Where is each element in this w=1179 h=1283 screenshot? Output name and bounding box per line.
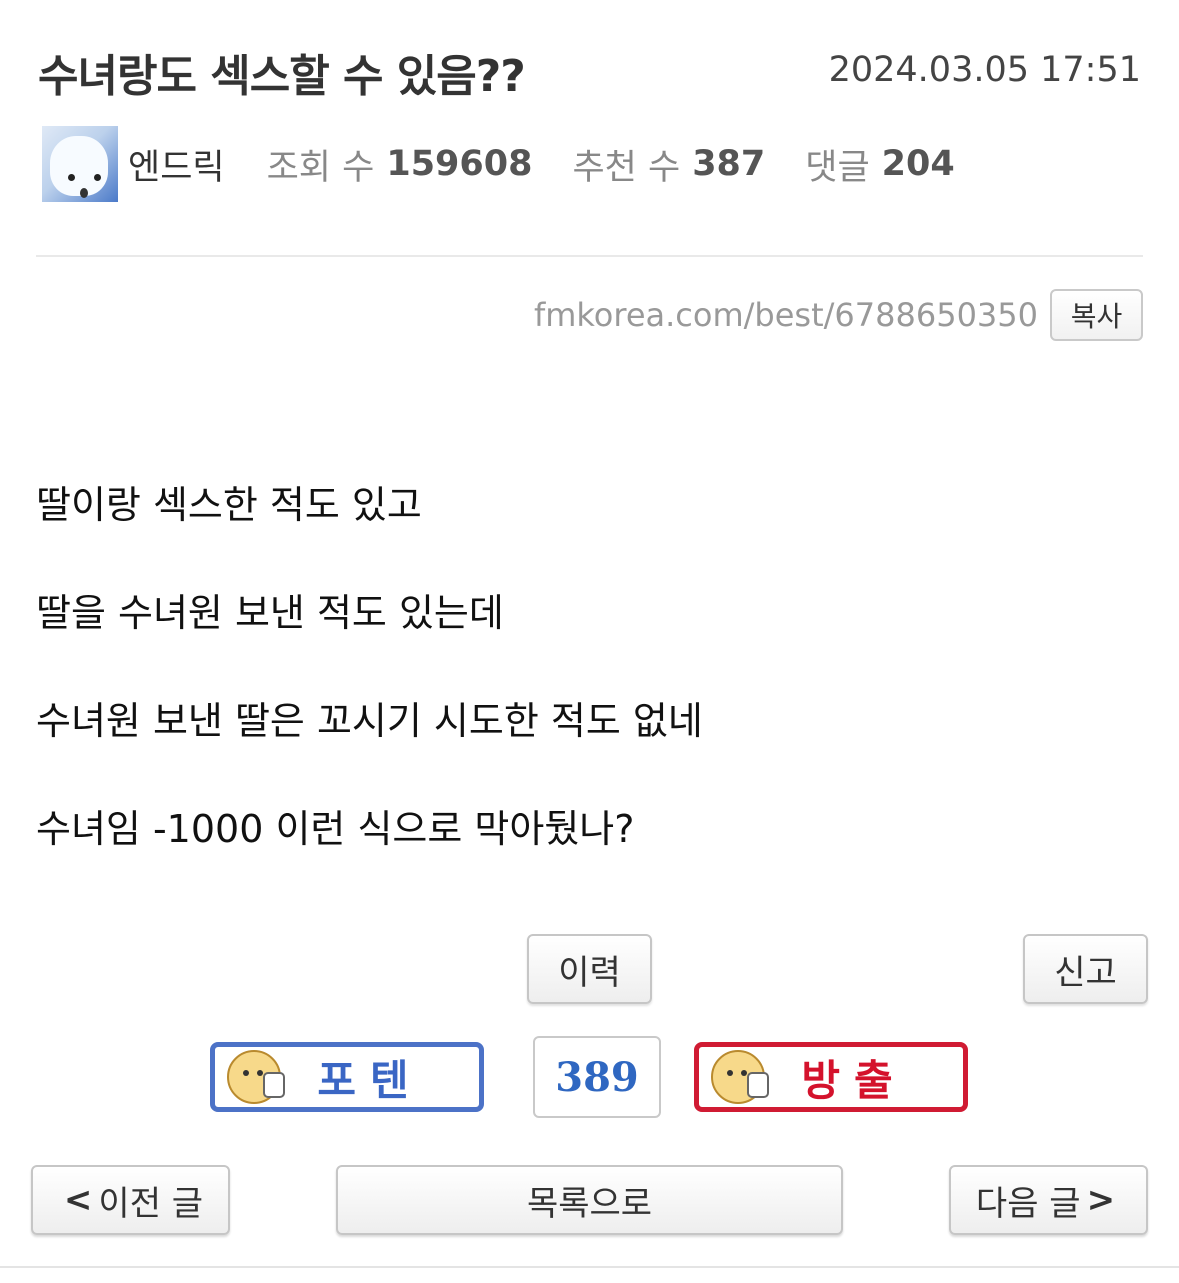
body-line: 딸이랑 섹스한 적도 있고 xyxy=(36,483,422,527)
prev-post-label: 이전 글 xyxy=(98,1183,204,1224)
comments-count: 204 xyxy=(881,144,955,184)
recommend-stat: 추천 수 387 xyxy=(572,139,765,190)
chevron-right-icon: > xyxy=(1086,1180,1116,1220)
recommend-count: 387 xyxy=(692,144,766,184)
views-stat: 조회 수 159608 xyxy=(267,139,533,190)
comments-stat[interactable]: 댓글 204 xyxy=(805,139,954,190)
copy-url-button[interactable]: 복사 xyxy=(1050,289,1143,341)
next-post-button[interactable]: 다음 글 > xyxy=(949,1165,1148,1235)
post-meta: 엔드릭 조회 수 159608 추천 수 387 댓글 204 xyxy=(42,126,995,202)
thumbs-down-icon xyxy=(711,1050,769,1104)
body-line: 딸을 수녀원 보낸 적도 있는데 xyxy=(36,591,504,635)
body-line: 수녀임 -1000 이런 식으로 막아뒀나? xyxy=(36,807,635,851)
avatar[interactable] xyxy=(42,126,118,202)
history-button[interactable]: 이력 xyxy=(527,934,652,1004)
post-body: 딸이랑 섹스한 적도 있고 딸을 수녀원 보낸 적도 있는데 수녀원 보낸 딸은… xyxy=(36,480,703,912)
report-button[interactable]: 신고 xyxy=(1023,934,1148,1004)
avatar-face xyxy=(50,136,108,198)
downvote-button[interactable]: 방출 xyxy=(694,1042,968,1112)
prev-post-button[interactable]: < 이전 글 xyxy=(31,1165,230,1235)
body-line: 수녀원 보낸 딸은 꼬시기 시도한 적도 없네 xyxy=(36,699,703,743)
recommend-label: 추천 수 xyxy=(572,147,681,188)
post-url[interactable]: fmkorea.com/best/6788650350 xyxy=(534,296,1038,334)
next-post-label: 다음 글 xyxy=(975,1183,1081,1224)
avatar-eye xyxy=(94,174,101,181)
avatar-eye xyxy=(68,174,75,181)
footer-divider xyxy=(0,1266,1179,1268)
header-divider xyxy=(36,255,1143,257)
downvote-label: 방출 xyxy=(801,1055,907,1105)
views-count: 159608 xyxy=(386,144,533,184)
upvote-label: 포텐 xyxy=(317,1055,423,1105)
thumbs-up-icon xyxy=(227,1050,285,1104)
post-date: 2024.03.05 17:51 xyxy=(828,50,1141,90)
comments-label: 댓글 xyxy=(805,147,870,188)
vote-count: 389 xyxy=(533,1036,661,1118)
list-button[interactable]: 목록으로 xyxy=(336,1165,843,1235)
views-label: 조회 수 xyxy=(266,147,375,188)
post-title: 수녀랑도 섹스할 수 있음?? xyxy=(38,51,526,102)
chevron-left-icon: < xyxy=(63,1180,93,1220)
upvote-button[interactable]: 포텐 xyxy=(210,1042,484,1112)
url-row: fmkorea.com/best/6788650350 복사 xyxy=(534,289,1143,341)
avatar-mouth xyxy=(80,188,88,198)
author-name[interactable]: 엔드릭 xyxy=(128,139,225,190)
